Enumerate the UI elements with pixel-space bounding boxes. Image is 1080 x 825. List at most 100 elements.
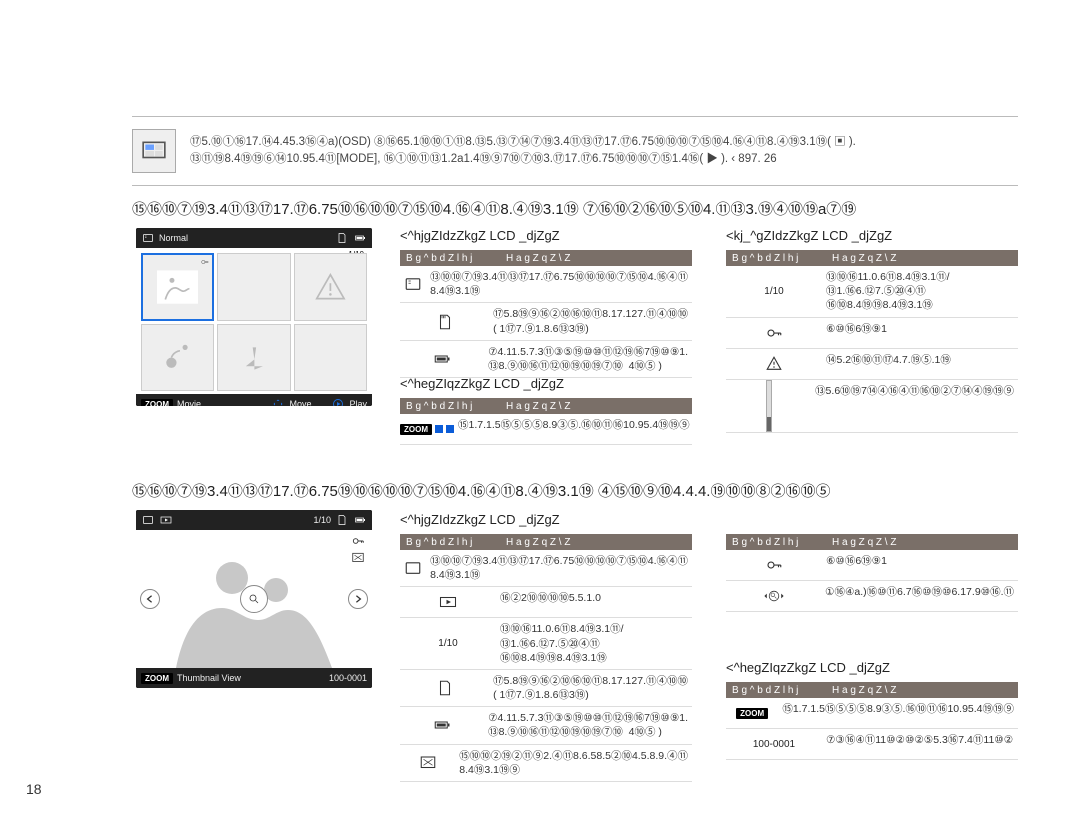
cell: ⑰5.8⑲⑨⑯②⑩⑯⑩⑪8.17.127.⑪④⑩⑩ ( 1⑰7.⑨1.8.6⑬3… xyxy=(489,303,692,339)
thumbnail-grid: 1/10 xyxy=(136,248,372,394)
thumbnail-6[interactable] xyxy=(294,324,367,392)
hdr-meaning: H a g Z q Z \ Z xyxy=(502,401,692,412)
cell: ⑬5.6⑩⑲7⑭④⑯④⑪⑯⑩②⑦⑭④⑲⑲⑨ xyxy=(811,380,1018,432)
counter-icon: 1/10 xyxy=(764,286,783,297)
section1-title: ⑮⑯⑩⑦⑲3.4⑪⑬⑰17.⑰6.75⑩⑯⑩⑩⑦⑮⑩4.⑯④⑪8.④⑲3.1⑲ … xyxy=(132,198,856,219)
zoom-label: ZOOM xyxy=(141,399,173,407)
cell: ⑮1.7.1.5⑮⑤⑤⑤8.9③⑤.⑯⑩⑪⑯10.95.4⑲⑲⑨ xyxy=(454,414,694,444)
lcd-thumbnail-view: Normal 1/10 ZOOM Movie xyxy=(136,228,372,406)
file-number-icon: 100-0001 xyxy=(753,739,795,750)
volume-bar-icon xyxy=(766,380,772,432)
thumbnail-4[interactable] xyxy=(141,324,214,392)
cell: ⑯②2⑩⑩⑩⑩5.5.1.0 xyxy=(496,587,692,617)
heading-right-lcd: <kj_^gZIdzZkgZ LCD _djZgZ xyxy=(726,228,892,243)
movie-label: Movie xyxy=(177,399,201,406)
storage-icon xyxy=(401,559,425,577)
thumbnail-3[interactable] xyxy=(294,253,367,321)
sd-card-icon xyxy=(335,232,349,244)
hdr-indicator: B g ^ b d Z l h j xyxy=(726,253,828,264)
storage-type-icon xyxy=(141,514,155,526)
lcd2-top-bar: 1/10 xyxy=(136,510,372,530)
key-icon xyxy=(762,556,786,574)
edit-icon xyxy=(416,754,440,772)
heading-top-lcd-2: <^hjgZIdzZkgZ LCD _djZgZ xyxy=(400,512,560,527)
hdr-meaning: H a g Z q Z \ Z xyxy=(502,253,692,264)
cell: ①⑯④a.)⑯⑩⑪6.7⑯⑩⑲⑩6.17.9⑩⑯.⑪ xyxy=(821,581,1018,611)
hdr-indicator: B g ^ b d Z l h j xyxy=(400,401,502,412)
indicator-table-3c: B g ^ b d Z l h jH a g Z q Z \ Z ZOOM⑮1.… xyxy=(726,682,1018,760)
section2-title: ⑮⑯⑩⑦⑲3.4⑪⑬⑰17.⑰6.75⑲⑩⑯⑩⑩⑦⑮⑩4.⑯④⑪8.④⑲3.1⑲… xyxy=(132,480,830,501)
key-icon xyxy=(349,534,367,548)
zoom-button[interactable] xyxy=(240,585,268,613)
cell: ⑥⑩⑯6⑲⑨1 xyxy=(822,550,1018,580)
slideshow-icon xyxy=(159,514,173,526)
storage-type-icon xyxy=(141,232,155,244)
battery-icon xyxy=(430,350,454,368)
lcd2-content xyxy=(136,530,372,668)
zoom-label: ZOOM xyxy=(141,673,173,684)
indicator-table-1b: B g ^ b d Z l h jH a g Z q Z \ Z 1/10 ⑬⑩⑯… xyxy=(726,250,1018,433)
move-label: Move xyxy=(289,399,311,406)
search-circle-icon xyxy=(762,587,786,605)
thumbnail-view-label: Thumbnail View xyxy=(177,673,241,683)
lcd-bottom-bar: ZOOM Movie Move Play xyxy=(136,394,372,406)
indicator-table-3b: B g ^ b d Z l h jH a g Z q Z \ Z ⑥⑩⑯6⑲⑨1… xyxy=(726,534,1018,612)
edit-indicator-icon xyxy=(349,551,367,565)
move-icon xyxy=(271,398,285,406)
manual-page: 18 ⑰5.⑩①⑯17.⑭4.45.3⑯④a)(OSD) ⑧⑯65.1⑩⑩①⑪8… xyxy=(0,0,1080,825)
cell: ⑮⑩⑩②⑲②⑪⑨2.④⑪8.6.58.5②⑩4.5.8.9.④⑪ 8.4⑲3.1… xyxy=(455,745,692,781)
hdr-indicator: B g ^ b d Z l h j xyxy=(400,537,502,548)
tip-banner: ⑰5.⑩①⑯17.⑭4.45.3⑯④a)(OSD) ⑧⑯65.1⑩⑩①⑪8.⑬5… xyxy=(132,116,1018,186)
thumbnail-1[interactable] xyxy=(141,253,214,321)
heading-top-lcd: <^hjgZIdzZkgZ LCD _djZgZ xyxy=(400,228,560,243)
warning-icon xyxy=(309,267,352,306)
cell: ⑬⑩⑩⑦⑲3.4⑪⑬⑰17.⑰6.75⑩⑩⑩⑩⑦⑮⑩4.⑯④⑪ 8.4⑲3.1⑲ xyxy=(426,266,692,302)
heading-bottom-lcd-2: <^hegZIqzZkgZ LCD _djZgZ xyxy=(726,660,890,675)
cell: ⑭5.2⑯⑩⑪⑰4.7.⑲⑤.1⑲ xyxy=(822,349,1018,379)
hdr-meaning: H a g Z q Z \ Z xyxy=(828,537,1018,548)
cell: ⑦4.11.5.7.3⑪③⑤⑲⑩⑩⑪⑫⑲⑯7⑲⑩⑨1. ⑬8.⑨⑩⑯⑪⑫⑩⑲⑩⑲… xyxy=(484,341,692,377)
page-number: 18 xyxy=(26,781,42,797)
play-small-icon xyxy=(331,398,345,406)
battery-icon xyxy=(430,716,454,734)
next-button[interactable] xyxy=(348,589,368,609)
cell: ⑬⑩⑯11.0.6⑪8.4⑲3.1⑪/ ⑬1.⑯6.⑫7.⑤⑳④⑪ ⑯⑩8.4⑲… xyxy=(496,618,692,669)
indicator-table-3a: B g ^ b d Z l h jH a g Z q Z \ Z ⑬⑩⑩⑦⑲3.… xyxy=(400,534,692,782)
hdr-indicator: B g ^ b d Z l h j xyxy=(726,537,828,548)
hdr-indicator: B g ^ b d Z l h j xyxy=(400,253,502,264)
lock-icon xyxy=(200,257,210,267)
lcd-mode-label: Normal xyxy=(159,233,188,243)
indicator-table-1a: B g ^ b d Z l h jH a g Z q Z \ Z ⑬⑩⑩⑦⑲3.… xyxy=(400,250,692,378)
sd-icon xyxy=(433,679,457,697)
cell: ⑦③⑯④⑪11⑩②⑩②⑤5.3⑯7.4⑪11⑩② xyxy=(822,729,1018,759)
thumbnail-2[interactable] xyxy=(217,253,290,321)
heading-bottom-lcd: <^hegZIqzZkgZ LCD _djZgZ xyxy=(400,376,564,391)
tip-line1: ⑰5.⑩①⑯17.⑭4.45.3⑯④a)(OSD) ⑧⑯65.1⑩⑩①⑪8.⑬5… xyxy=(190,134,856,151)
key-icon xyxy=(762,324,786,342)
cell: ⑬⑩⑯11.0.6⑪8.4⑲3.1⑪/ ⑬1.⑯6.⑫7.⑤⑳④⑪ ⑯⑩8.4⑲… xyxy=(822,266,1018,317)
file-number: 100-0001 xyxy=(329,673,367,683)
sd-icon xyxy=(433,313,457,331)
hdr-indicator: B g ^ b d Z l h j xyxy=(726,685,828,696)
sd-card-icon xyxy=(335,514,349,526)
counter-icon: 1/10 xyxy=(438,638,457,649)
hdr-meaning: H a g Z q Z \ Z xyxy=(828,253,1018,264)
counter: 1/10 xyxy=(313,515,331,525)
lcd-single-view: 1/10 xyxy=(136,510,372,688)
hdr-meaning: H a g Z q Z \ Z xyxy=(828,685,1018,696)
zoom-pill-icon: ZOOM xyxy=(400,424,454,435)
prev-button[interactable] xyxy=(140,589,160,609)
thumbnail-5[interactable] xyxy=(217,324,290,392)
warning-icon xyxy=(762,355,786,373)
tip-line2: ⑬⑪⑲8.4⑲⑲⑥⑭10.95.4⑪[MODE], ⑯①⑩⑪⑬1.2a1.4⑲⑨… xyxy=(190,151,856,168)
cell: ⑥⑩⑯6⑲⑨1 xyxy=(822,318,1018,348)
slideshow-icon xyxy=(436,593,460,611)
play-label: Play xyxy=(349,399,367,406)
lcd-top-bar: Normal xyxy=(136,228,372,248)
zoom-pill-icon: ZOOM xyxy=(736,708,768,719)
lcd2-bottom-bar: ZOOM Thumbnail View 100-0001 xyxy=(136,668,372,688)
tip-text: ⑰5.⑩①⑯17.⑭4.45.3⑯④a)(OSD) ⑧⑯65.1⑩⑩①⑪8.⑬5… xyxy=(190,134,856,167)
cell: ⑬⑩⑩⑦⑲3.4⑪⑬⑰17.⑰6.75⑩⑩⑩⑩⑦⑮⑩4.⑯④⑪ 8.4⑲3.1⑲ xyxy=(426,550,692,586)
tip-screen-icon xyxy=(132,129,176,173)
cell: ⑦4.11.5.7.3⑪③⑤⑲⑩⑩⑪⑫⑲⑯7⑲⑩⑨1. ⑬8.⑨⑩⑯⑪⑫⑩⑲⑩⑲… xyxy=(484,707,692,743)
